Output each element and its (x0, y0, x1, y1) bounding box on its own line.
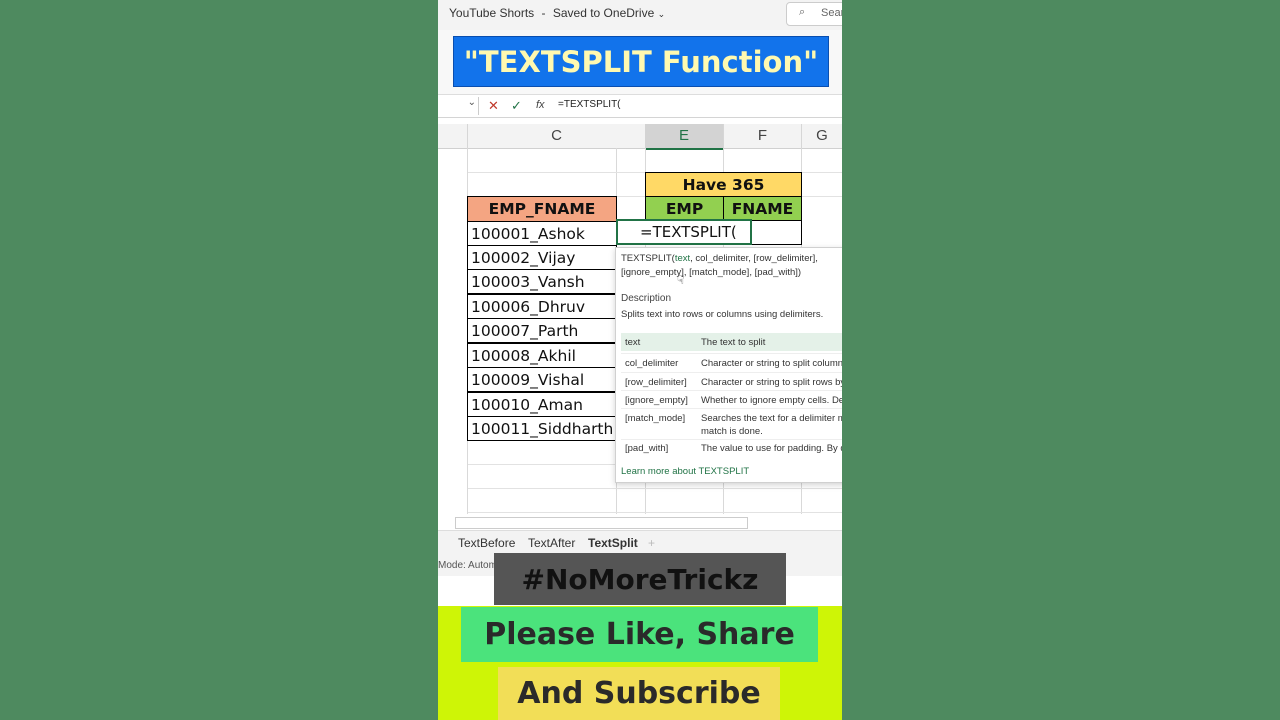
param-desc: Character or string to split columns by. (701, 358, 842, 369)
search-box[interactable]: ⌕ Sear (786, 2, 842, 26)
row-header-corner[interactable] (438, 124, 468, 148)
hand-cursor-icon: ☟ (677, 273, 685, 287)
column-header-g[interactable]: G (802, 124, 842, 148)
param-row: col_delimiter Character or string to spl… (621, 353, 842, 372)
subscribe-banner: And Subscribe (498, 667, 780, 720)
column-header-c[interactable]: C (468, 124, 646, 148)
title-separator: - (541, 6, 546, 20)
table-row[interactable]: 100006_Dhruv (467, 294, 617, 319)
column-headers: C D E F G (438, 124, 842, 150)
param-desc: Whether to ignore empty cells. Default i… (701, 395, 842, 406)
param-desc-extra: match is done. (701, 426, 763, 437)
sheet-tab[interactable]: TextBefore (458, 536, 515, 550)
gridline (468, 488, 842, 489)
sheet-tab[interactable]: TextAfter (528, 536, 575, 550)
column-header-e[interactable]: E (645, 124, 724, 150)
cancel-icon[interactable]: ✕ (488, 98, 499, 114)
subscribe-text: And Subscribe (517, 676, 761, 711)
param-row: [pad_with] The value to use for padding.… (621, 439, 842, 458)
column-header-f[interactable]: F (724, 124, 802, 148)
enter-icon[interactable]: ✓ (511, 98, 522, 114)
formula-input[interactable]: =TEXTSPLIT( (558, 99, 621, 110)
gridline (468, 512, 842, 513)
param-name: col_delimiter (625, 358, 679, 369)
function-signature: TEXTSPLIT(text, col_delimiter, [row_deli… (621, 252, 842, 280)
excel-window: YouTube Shorts - Saved to OneDrive ⌄ ⌕ S… (438, 0, 842, 720)
param-desc: The value to use for padding. By default (701, 443, 842, 454)
table-row[interactable]: 100001_Ashok (467, 221, 617, 246)
param-name: text (625, 337, 641, 348)
hashtag-text: #NoMoreTrickz (521, 562, 759, 596)
emp-header[interactable]: EMP (645, 196, 724, 221)
search-label: Sear (821, 7, 842, 19)
param-row: [ignore_empty] Whether to ignore empty c… (621, 390, 842, 409)
search-icon: ⌕ (799, 6, 806, 18)
add-sheet-icon[interactable]: + (648, 536, 655, 550)
param-row: [row_delimiter] Character or string to s… (621, 372, 842, 391)
table-row[interactable]: 100003_Vansh (467, 269, 617, 294)
signature-current-arg: text (674, 253, 691, 264)
param-desc: The text to split (701, 337, 766, 348)
param-desc: Character or string to split rows by. (701, 377, 842, 388)
table-row[interactable]: 100007_Parth (467, 318, 617, 343)
emp-fname-header[interactable]: EMP_FNAME (467, 196, 617, 222)
active-edit-cell[interactable]: =TEXTSPLIT( (616, 219, 752, 245)
title-bar: YouTube Shorts - Saved to OneDrive ⌄ ⌕ S… (438, 0, 842, 30)
horizontal-scrollbar[interactable] (455, 517, 748, 529)
save-status: Saved to OneDrive (552, 6, 655, 20)
signature-function: TEXTSPLIT( (621, 253, 675, 264)
chevron-down-icon: ⌄ (657, 9, 666, 19)
calc-mode-status: Mode: Automa (438, 560, 503, 571)
learn-more-link[interactable]: Learn more about TEXTSPLIT (621, 466, 749, 477)
hashtag-banner: #NoMoreTrickz (494, 553, 786, 605)
doc-name: YouTube Shorts (449, 6, 535, 20)
table-row[interactable]: 100010_Aman (467, 392, 617, 417)
param-row: text The text to split (621, 333, 842, 351)
param-name: [pad_with] (625, 443, 669, 454)
document-title[interactable]: YouTube Shorts - Saved to OneDrive ⌄ (449, 6, 665, 20)
like-share-text: Please Like, Share (484, 617, 795, 652)
banner-title: "TEXTSPLIT Function" (463, 44, 819, 79)
sheet-tab-active[interactable]: TextSplit (588, 536, 638, 550)
name-box[interactable]: ⌄ (438, 97, 479, 115)
like-share-banner: Please Like, Share (461, 607, 818, 662)
table-row[interactable]: 100008_Akhil (467, 343, 617, 368)
function-icon[interactable]: fx (536, 99, 545, 111)
param-name: [row_delimiter] (625, 377, 687, 388)
table-row[interactable]: 100011_Siddharth (467, 416, 617, 441)
param-name: [match_mode] (625, 413, 686, 424)
title-banner: "TEXTSPLIT Function" (453, 36, 829, 87)
description-title: Description (621, 293, 672, 304)
description-text: Splits text into rows or columns using d… (621, 309, 824, 320)
fname-header[interactable]: FNAME (723, 196, 802, 221)
param-desc: Searches the text for a delimiter match. (701, 413, 842, 424)
param-row: [match_mode] Searches the text for a del… (621, 408, 842, 439)
table-row[interactable]: 100002_Vijay (467, 245, 617, 270)
name-box-chevron-icon: ⌄ (467, 97, 476, 108)
table-row[interactable]: 100009_Vishal (467, 367, 617, 392)
have-365-header[interactable]: Have 365 (645, 172, 802, 197)
param-name: [ignore_empty] (625, 395, 688, 406)
function-tooltip: TEXTSPLIT(text, col_delimiter, [row_deli… (615, 247, 842, 483)
formula-bar: ⌄ ✕ ✓ fx =TEXTSPLIT( (438, 95, 842, 118)
